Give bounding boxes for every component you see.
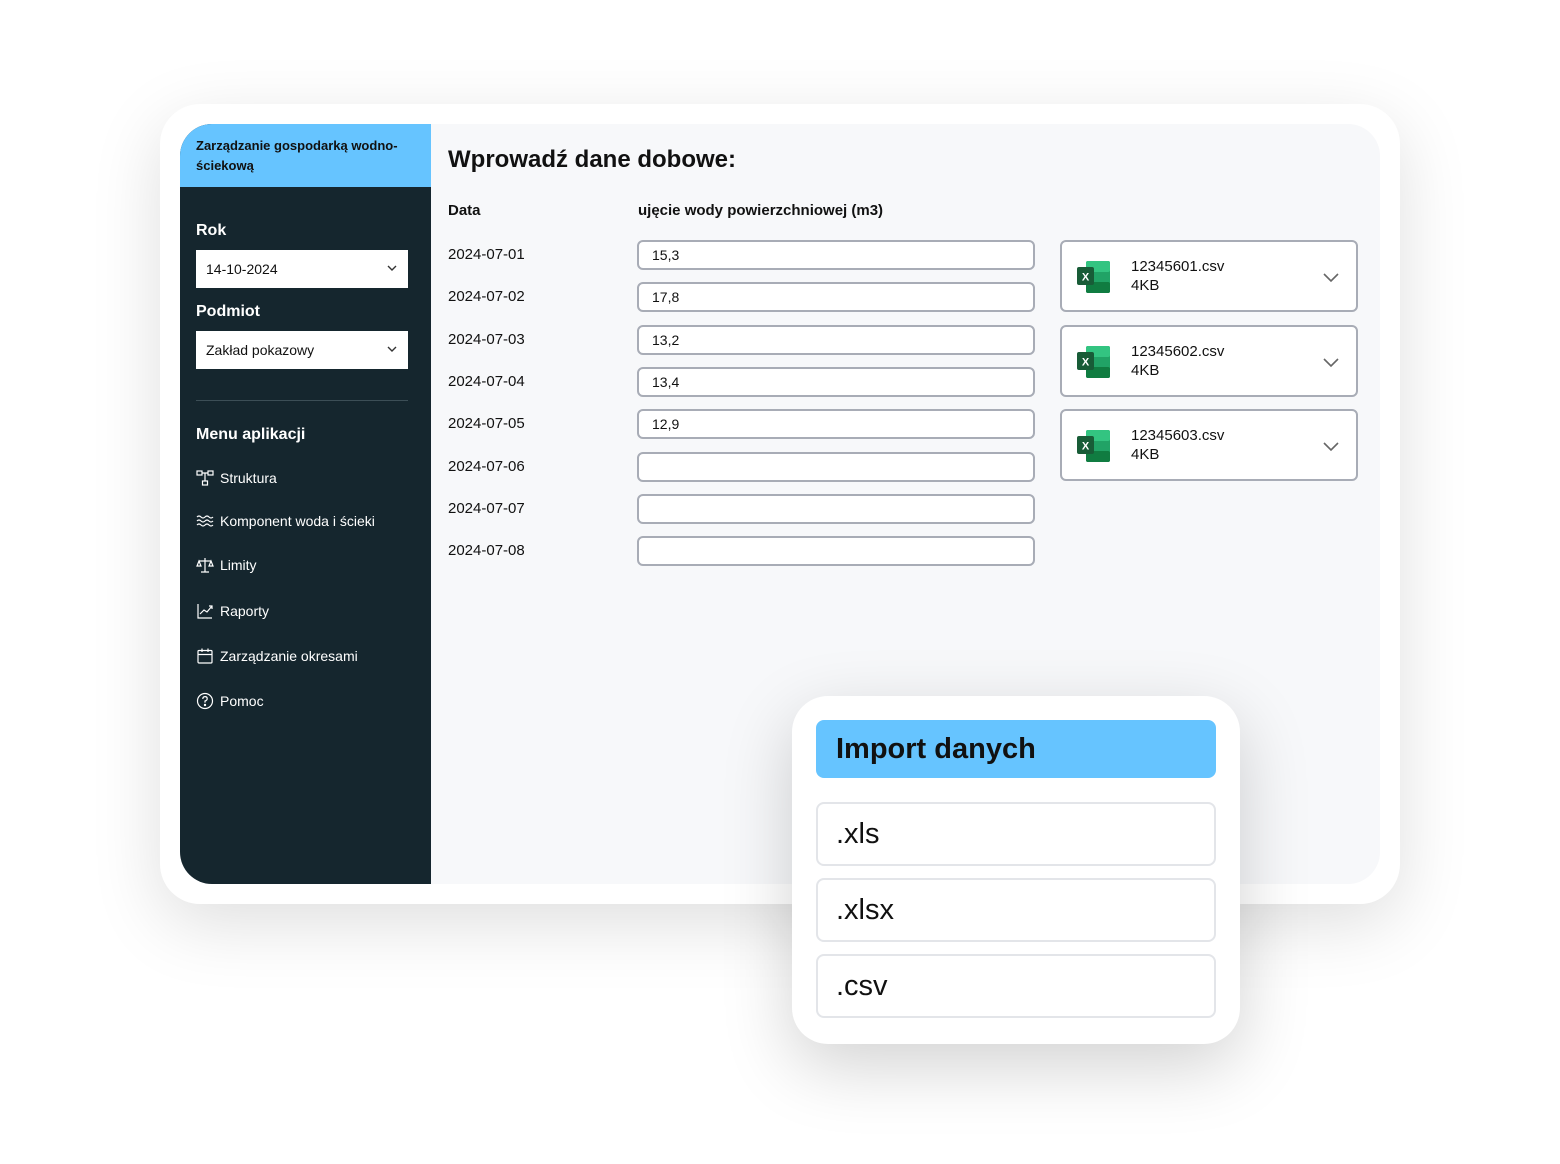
file-size: 4KB — [1131, 362, 1160, 379]
calendar-icon — [197, 648, 213, 664]
sidebar-item-struktura[interactable]: Struktura — [196, 467, 277, 489]
file-card[interactable]: X 12345602.csv 4KB — [1060, 325, 1358, 397]
help-circle-icon — [196, 692, 214, 710]
value-input[interactable] — [637, 409, 1035, 439]
sidebar-item-raporty[interactable]: Raporty — [196, 600, 269, 622]
year-value: 14-10-2024 — [206, 261, 278, 277]
import-option-csv[interactable]: .csv — [816, 954, 1216, 1018]
scales-icon — [196, 558, 214, 573]
value-input[interactable] — [637, 452, 1035, 482]
file-card[interactable]: X 12345603.csv 4KB — [1060, 409, 1358, 481]
chevron-down-icon — [1323, 273, 1339, 283]
sidebar-item-limity[interactable]: Limity — [196, 554, 257, 576]
column-header-value: ujęcie wody powierzchniowej (m3) — [638, 202, 884, 219]
row-date: 2024-07-08 — [448, 542, 525, 559]
column-header-date: Data — [448, 202, 481, 219]
sidebar-item-label: Komponent woda i ścieki — [220, 513, 375, 529]
row-date: 2024-07-02 — [448, 288, 525, 305]
value-input[interactable] — [637, 282, 1035, 312]
row-date: 2024-07-06 — [448, 458, 525, 475]
sidebar-item-label: Raporty — [220, 603, 270, 619]
chart-line-icon — [197, 604, 213, 619]
file-size: 4KB — [1131, 446, 1160, 463]
import-option-xlsx[interactable]: .xlsx — [816, 878, 1216, 942]
menu-title: Menu aplikacji — [196, 426, 306, 443]
chevron-down-icon — [1323, 442, 1339, 452]
entity-select[interactable]: Zakład pokazowy — [196, 331, 408, 369]
sidebar-item-label: Pomoc — [220, 693, 264, 709]
sidebar-item-label: Zarządzanie okresami — [220, 648, 358, 664]
year-select[interactable]: 14-10-2024 — [196, 250, 408, 288]
chevron-down-icon — [1323, 358, 1339, 368]
chevron-down-icon — [387, 265, 397, 271]
import-title: Import danych — [816, 720, 1216, 778]
sidebar-item-okresy[interactable]: Zarządzanie okresami — [196, 645, 358, 667]
app-title: Zarządzanie gospodarką wodno-ściekową — [180, 124, 431, 187]
entity-label: Podmiot — [196, 303, 260, 320]
chevron-down-icon — [387, 346, 397, 352]
value-input[interactable] — [637, 367, 1035, 397]
row-date: 2024-07-05 — [448, 415, 525, 432]
value-input[interactable] — [637, 494, 1035, 524]
entity-value: Zakład pokazowy — [206, 342, 315, 358]
svg-text:X: X — [1082, 272, 1090, 284]
value-input[interactable] — [637, 325, 1035, 355]
structure-icon — [196, 470, 214, 486]
sidebar-divider — [196, 400, 408, 401]
import-popup: Import danych .xls .xlsx .csv — [792, 696, 1240, 1044]
file-name: 12345603.csv — [1131, 427, 1225, 444]
file-name: 12345601.csv — [1131, 258, 1225, 275]
import-option-xls[interactable]: .xls — [816, 802, 1216, 866]
excel-file-icon: X — [1077, 346, 1110, 378]
value-input[interactable] — [637, 536, 1035, 566]
value-input[interactable] — [637, 240, 1035, 270]
sidebar-item-pomoc[interactable]: Pomoc — [196, 690, 264, 712]
sidebar-item-label: Limity — [220, 557, 257, 573]
waves-icon — [196, 515, 214, 527]
excel-file-icon: X — [1077, 430, 1110, 462]
file-size: 4KB — [1131, 277, 1160, 294]
sidebar: Zarządzanie gospodarką wodno-ściekową Ro… — [180, 124, 431, 884]
sidebar-item-komponent[interactable]: Komponent woda i ścieki — [196, 510, 375, 532]
row-date: 2024-07-04 — [448, 373, 525, 390]
file-name: 12345602.csv — [1131, 343, 1225, 360]
svg-text:X: X — [1082, 441, 1090, 453]
row-date: 2024-07-07 — [448, 500, 525, 517]
excel-file-icon: X — [1077, 261, 1110, 293]
sidebar-item-label: Struktura — [220, 470, 277, 486]
svg-text:X: X — [1082, 357, 1090, 369]
row-date: 2024-07-01 — [448, 246, 525, 263]
year-label: Rok — [196, 222, 227, 239]
page-title: Wprowadź dane dobowe: — [448, 146, 736, 173]
row-date: 2024-07-03 — [448, 331, 525, 348]
file-card[interactable]: X 12345601.csv 4KB — [1060, 240, 1358, 312]
